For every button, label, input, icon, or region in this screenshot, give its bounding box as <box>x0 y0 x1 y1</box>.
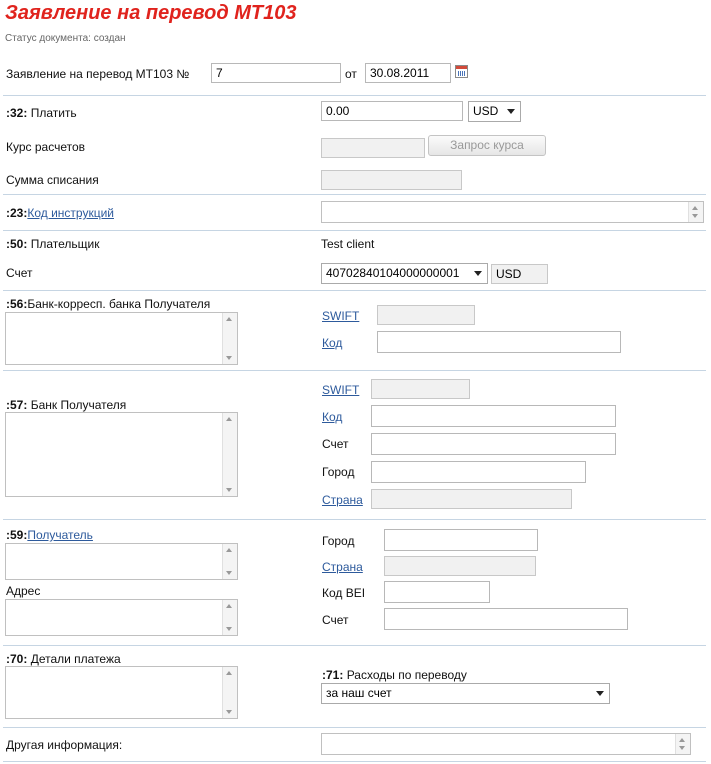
details-textarea[interactable] <box>5 666 238 719</box>
recipient-label: :59:Получатель <box>6 528 93 542</box>
separator <box>3 290 706 291</box>
separator <box>3 761 706 762</box>
address-textarea[interactable] <box>5 599 238 636</box>
chevron-down-icon <box>596 691 604 696</box>
corr-swift-input <box>377 305 475 325</box>
bei-input[interactable] <box>384 581 490 603</box>
calendar-icon[interactable] <box>455 65 468 78</box>
scrollbar[interactable] <box>222 413 237 496</box>
bank-city-input[interactable] <box>371 461 586 483</box>
corr-bank-textarea[interactable] <box>5 312 238 365</box>
other-info-textarea[interactable] <box>321 733 691 755</box>
charges-select[interactable]: за наш счет <box>321 683 610 704</box>
rate-input <box>321 138 425 158</box>
bank-swift-input <box>371 379 470 399</box>
bank-country-link[interactable]: Страна <box>322 493 363 507</box>
bank-label: :57: Банк Получателя <box>6 398 127 412</box>
recipient-link[interactable]: Получатель <box>27 528 93 542</box>
separator <box>3 230 706 231</box>
chevron-down-icon <box>474 271 482 276</box>
chevron-down-icon <box>507 109 515 114</box>
scrollbar[interactable] <box>675 734 690 754</box>
corr-swift-link[interactable]: SWIFT <box>322 309 359 323</box>
separator <box>3 370 706 371</box>
recipient-city-input[interactable] <box>384 529 538 551</box>
separator <box>3 95 706 96</box>
recipient-country-link[interactable]: Страна <box>322 560 363 574</box>
account-select[interactable]: 40702840104000000001 <box>321 263 488 284</box>
separator <box>3 194 706 195</box>
recipient-country-input <box>384 556 536 576</box>
charges-label: :71: Расходы по переводу <box>322 668 467 682</box>
instruction-textarea[interactable] <box>321 201 704 223</box>
instruction-label: :23:Код инструкций <box>6 206 114 220</box>
separator <box>3 519 706 520</box>
recipient-account-label: Счет <box>322 613 349 627</box>
account-label: Счет <box>6 266 33 280</box>
doc-number-label: Заявление на перевод МТ103 № <box>6 67 190 81</box>
bank-code-input[interactable] <box>371 405 616 427</box>
corr-bank-label: :56:Банк-корресп. банка Получателя <box>6 297 211 311</box>
bank-code-link[interactable]: Код <box>322 410 342 424</box>
other-info-label: Другая информация: <box>6 738 123 752</box>
debit-input <box>321 170 462 190</box>
scrollbar[interactable] <box>222 544 237 579</box>
date-input[interactable]: 30.08.2011 <box>365 63 451 83</box>
scrollbar[interactable] <box>688 202 703 222</box>
recipient-city-label: Город <box>322 534 355 548</box>
scrollbar[interactable] <box>222 600 237 635</box>
rate-label: Курс расчетов <box>6 140 86 154</box>
bank-account-label: Счет <box>322 437 349 451</box>
recipient-textarea[interactable] <box>5 543 238 580</box>
amount-input[interactable]: 0.00 <box>321 101 463 121</box>
separator <box>3 645 706 646</box>
bei-label: Код BEI <box>322 586 366 600</box>
scrollbar[interactable] <box>222 667 237 718</box>
address-label: Адрес <box>6 584 41 598</box>
bank-country-input <box>371 489 572 509</box>
separator <box>3 727 706 728</box>
scrollbar[interactable] <box>222 313 237 364</box>
bank-account-input[interactable] <box>371 433 616 455</box>
payer-value: Test client <box>321 237 375 251</box>
bank-swift-link[interactable]: SWIFT <box>322 383 359 397</box>
instruction-code-link[interactable]: Код инструкций <box>27 206 114 220</box>
pay-label: :32: Платить <box>6 106 77 120</box>
document-status: Статус документа: создан <box>5 33 126 44</box>
page-title: Заявление на перевод МТ103 <box>5 2 297 24</box>
bank-city-label: Город <box>322 465 355 479</box>
request-rate-button[interactable]: Запрос курса <box>428 135 546 156</box>
bank-textarea[interactable] <box>5 412 238 497</box>
corr-code-link[interactable]: Код <box>322 336 342 350</box>
doc-number-input[interactable]: 7 <box>211 63 341 83</box>
recipient-account-input[interactable] <box>384 608 628 630</box>
debit-label: Сумма списания <box>6 173 99 187</box>
corr-code-input[interactable] <box>377 331 621 353</box>
details-label: :70: Детали платежа <box>6 652 121 666</box>
account-currency: USD <box>491 264 548 284</box>
date-label: от <box>345 67 357 81</box>
currency-select[interactable]: USD <box>468 101 521 122</box>
payer-label: :50: Плательщик <box>6 237 100 251</box>
